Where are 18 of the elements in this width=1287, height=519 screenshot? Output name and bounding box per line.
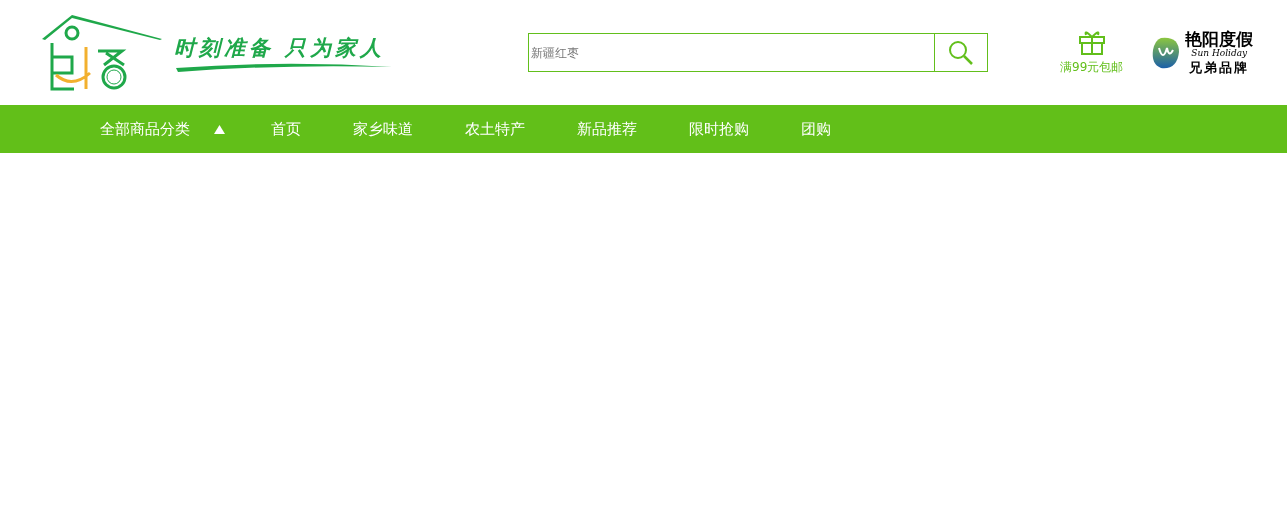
nav-link[interactable]: 首页 — [271, 119, 301, 139]
nav-link[interactable]: 农土特产 — [465, 119, 525, 139]
search-button[interactable] — [934, 33, 988, 72]
nav-link[interactable]: 新品推荐 — [577, 119, 637, 139]
nav-link[interactable]: 家乡味道 — [353, 119, 413, 139]
partner-subtitle: Sun Holiday — [1191, 49, 1248, 58]
nav-link[interactable]: 限时抢购 — [689, 119, 749, 139]
free-shipping-label: 满99元包邮 — [1060, 59, 1124, 76]
partner-name: 艳阳度假 — [1185, 31, 1254, 48]
slogan: 时刻准备 只为家人 — [174, 34, 386, 62]
logo-icon — [42, 14, 162, 91]
search-icon — [948, 39, 974, 66]
category-menu[interactable]: 全部商品分类 — [100, 119, 225, 139]
nav-link[interactable]: 团购 — [801, 119, 831, 139]
gift-icon[interactable] — [1077, 29, 1106, 55]
search-field[interactable]: 新疆红枣 — [528, 33, 934, 72]
partner-tagline: 兄弟品牌 — [1189, 61, 1250, 74]
partner-logo-icon[interactable] — [1151, 35, 1182, 70]
